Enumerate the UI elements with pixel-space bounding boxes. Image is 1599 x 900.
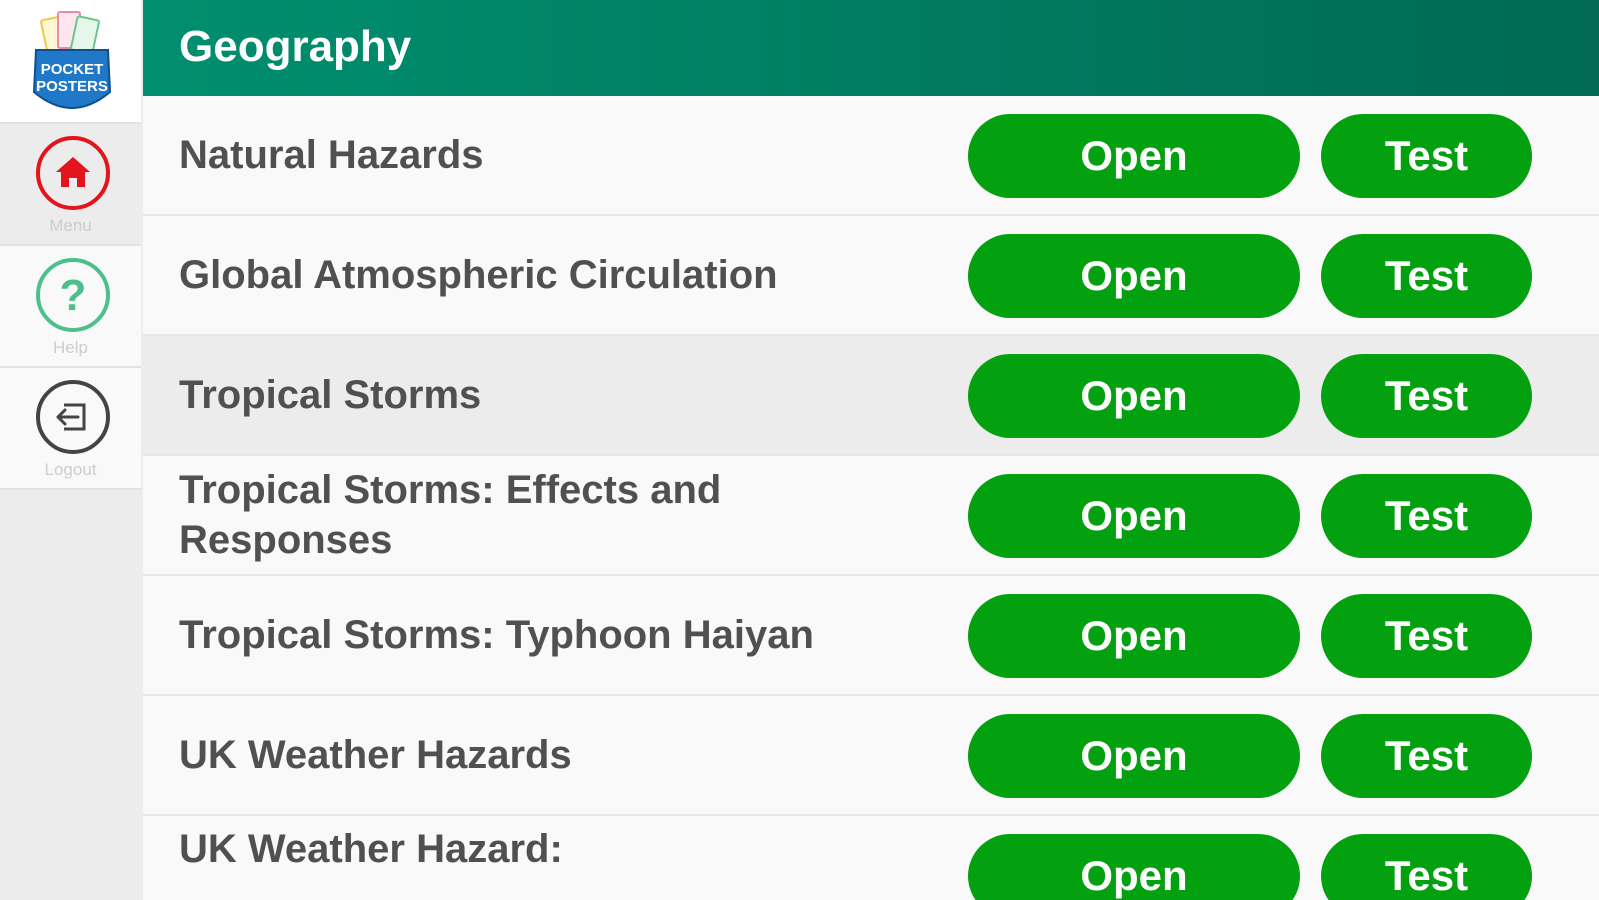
home-icon xyxy=(36,136,110,210)
topic-title: Tropical Storms: Typhoon Haiyan xyxy=(179,613,814,657)
list-item: Tropical Storms Open Test xyxy=(143,336,1599,456)
topic-title: Tropical Storms: Effects and Responses xyxy=(179,468,722,562)
sidebar-item-label: Menu xyxy=(49,216,92,235)
question-icon: ? xyxy=(36,258,110,332)
list-item: Tropical Storms: Typhoon Haiyan Open Tes… xyxy=(143,576,1599,696)
test-button[interactable]: Test xyxy=(1321,834,1532,900)
list-item: Tropical Storms: Effects and Responses O… xyxy=(143,456,1599,576)
topic-title: Tropical Storms xyxy=(179,373,482,417)
sidebar-item-menu[interactable]: Menu xyxy=(0,124,141,246)
pocket-posters-logo-icon: POCKET POSTERS xyxy=(32,11,112,109)
topic-title: Natural Hazards xyxy=(179,133,484,177)
svg-text:?: ? xyxy=(60,271,87,320)
app-logo: POCKET POSTERS xyxy=(0,0,141,124)
test-button[interactable]: Test xyxy=(1321,234,1532,318)
sidebar-item-help[interactable]: ? Help xyxy=(0,246,141,368)
topic-list: Natural Hazards Open Test Global Atmosph… xyxy=(143,96,1599,900)
list-item: Global Atmospheric Circulation Open Test xyxy=(143,216,1599,336)
open-button[interactable]: Open xyxy=(968,354,1300,438)
sidebar: POCKET POSTERS Menu ? Help Logout xyxy=(0,0,141,900)
open-button[interactable]: Open xyxy=(968,234,1300,318)
test-button[interactable]: Test xyxy=(1321,594,1532,678)
open-button[interactable]: Open xyxy=(968,594,1300,678)
open-button[interactable]: Open xyxy=(968,714,1300,798)
topic-title: UK Weather Hazards xyxy=(179,733,572,777)
page-title: Geography xyxy=(179,22,412,71)
open-button[interactable]: Open xyxy=(968,474,1300,558)
topic-title: Global Atmospheric Circulation xyxy=(179,253,778,297)
topic-title: UK Weather Hazard: xyxy=(179,827,563,871)
sidebar-item-label: Help xyxy=(53,338,88,357)
logout-icon xyxy=(36,380,110,454)
list-item: UK Weather Hazard: Open Test xyxy=(143,816,1599,900)
page-header: Geography xyxy=(143,0,1599,96)
sidebar-item-label: Logout xyxy=(44,460,97,479)
test-button[interactable]: Test xyxy=(1321,474,1532,558)
logo-text-line2: POSTERS xyxy=(36,78,108,95)
list-item: Natural Hazards Open Test xyxy=(143,96,1599,216)
logo-text-line1: POCKET xyxy=(41,61,104,78)
sidebar-item-logout[interactable]: Logout xyxy=(0,368,141,490)
list-item: UK Weather Hazards Open Test xyxy=(143,696,1599,816)
test-button[interactable]: Test xyxy=(1321,114,1532,198)
open-button[interactable]: Open xyxy=(968,114,1300,198)
test-button[interactable]: Test xyxy=(1321,354,1532,438)
test-button[interactable]: Test xyxy=(1321,714,1532,798)
open-button[interactable]: Open xyxy=(968,834,1300,900)
